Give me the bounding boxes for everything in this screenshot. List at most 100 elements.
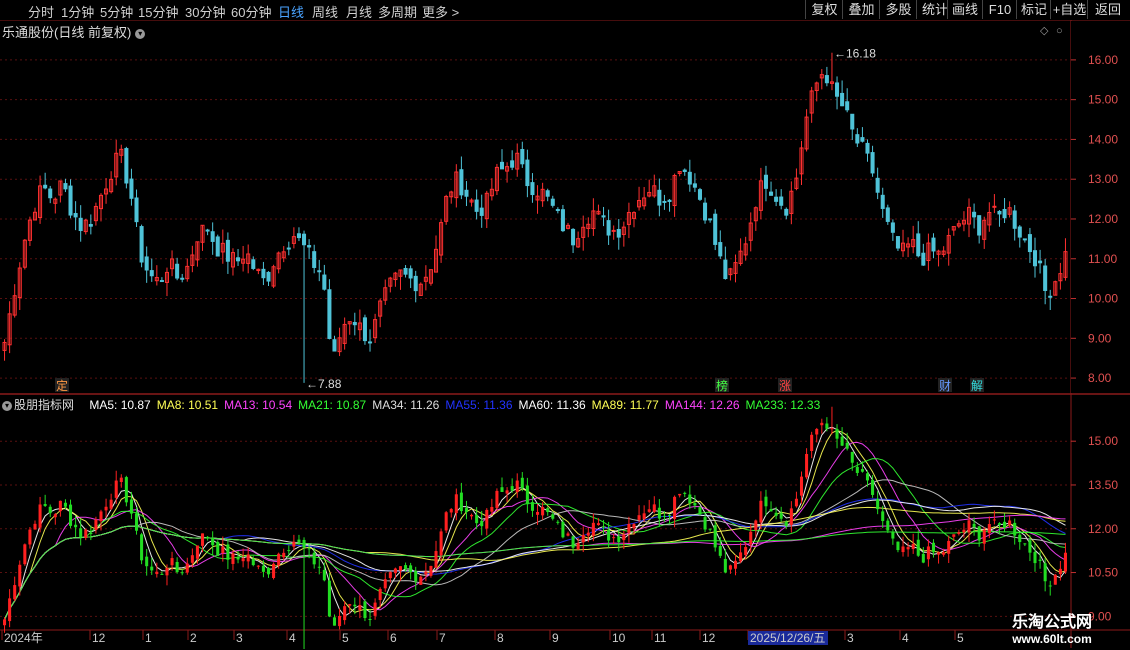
candle-body	[500, 487, 504, 492]
candle-body	[835, 428, 839, 439]
candle-body	[550, 198, 555, 206]
candle-body	[581, 534, 585, 543]
candle-body	[576, 543, 580, 550]
candle-body	[63, 183, 68, 190]
candle-body	[794, 498, 798, 507]
timeframe-tab-2[interactable]: 5分钟	[100, 2, 133, 21]
stock-title-text: 乐通股份(日线 前复权)	[2, 25, 132, 40]
lower-ma-plot[interactable]	[4, 426, 1066, 620]
candle-body	[632, 524, 636, 529]
candle-body	[1043, 563, 1047, 582]
candle-body	[673, 496, 677, 519]
candle-body	[246, 554, 250, 562]
price-tick-label: 15.00	[1088, 434, 1118, 448]
timeframe-tab-7[interactable]: 周线	[312, 2, 338, 21]
upper-candlestick-plot[interactable]	[2, 52, 1068, 383]
candle-body	[541, 506, 545, 516]
candle-body	[470, 514, 474, 517]
candle-body	[875, 177, 880, 193]
candle-body	[129, 178, 134, 199]
candle-body	[602, 526, 606, 528]
candle-body	[713, 213, 718, 245]
candle-body	[480, 520, 484, 527]
toolbar-button-1[interactable]: 叠加	[842, 0, 880, 19]
toolbar-button-0[interactable]: 复权	[805, 0, 843, 19]
timeframe-tab-4[interactable]: 30分钟	[185, 2, 225, 21]
candle-body	[499, 161, 505, 170]
ma-legend-item: MA21: 10.87	[298, 398, 367, 412]
candle-body	[63, 502, 67, 507]
ma-legend-item: MA13: 10.54	[224, 398, 293, 412]
ma-line-ma55	[4, 498, 1066, 620]
ma-legend-item: MA34: 11.26	[372, 398, 440, 412]
candle-body	[662, 515, 666, 517]
candle-body	[419, 576, 423, 585]
candle-body	[885, 207, 890, 222]
candle-body	[352, 321, 357, 326]
lower-candlestick-plot[interactable]	[3, 406, 1067, 650]
candle-body	[1008, 520, 1012, 526]
candle-body	[931, 237, 936, 252]
ma-line-ma8	[4, 429, 1066, 620]
event-marker: 涨	[779, 378, 791, 393]
candle-body	[840, 436, 844, 446]
indicator-name[interactable]: 股朋指标网	[14, 398, 74, 412]
candle-body	[403, 267, 408, 275]
candle-body	[556, 521, 560, 523]
chevron-down-icon[interactable]: ▾	[2, 400, 12, 411]
candle-body	[159, 280, 164, 283]
timeframe-tab-9[interactable]: 多周期	[378, 2, 417, 21]
timeframe-tab-0[interactable]: 分时	[28, 2, 54, 21]
stock-title[interactable]: 乐通股份(日线 前复权) ▾	[2, 22, 146, 41]
candle-body	[764, 496, 768, 507]
timeframe-tab-8[interactable]: 月线	[346, 2, 372, 21]
candle-body	[667, 515, 672, 517]
time-label: 3	[847, 631, 854, 645]
chevron-down-icon[interactable]: ▾	[135, 28, 146, 39]
candle-body	[200, 533, 205, 546]
toolbar-button-4[interactable]: 画线	[947, 0, 982, 19]
candle-body	[784, 521, 788, 526]
candle-body	[210, 231, 215, 242]
candle-body	[53, 514, 57, 518]
candle-body	[449, 508, 453, 513]
candle-body	[479, 207, 484, 216]
candle-body	[962, 529, 966, 533]
toolbar-button-7[interactable]: +自选	[1050, 0, 1088, 19]
candle-body	[33, 523, 37, 530]
candle-body	[272, 563, 276, 578]
candle-body	[896, 541, 900, 551]
toolbar-button-5[interactable]: F10	[982, 0, 1017, 19]
toolbar-button-8[interactable]: 返回	[1087, 0, 1128, 19]
candle-body	[860, 137, 865, 142]
timeframe-tab-6[interactable]: 日线	[278, 2, 304, 21]
candle-body	[1028, 540, 1032, 553]
candle-body	[69, 504, 73, 526]
timeframe-tab-3[interactable]: 15分钟	[138, 2, 178, 21]
time-label: 8	[497, 631, 504, 645]
toolbar-button-2[interactable]: 多股	[879, 0, 917, 19]
candle-body	[393, 568, 397, 574]
candle-body	[327, 580, 331, 617]
candle-body	[322, 274, 327, 290]
candle-body	[1012, 210, 1017, 229]
timeframe-tab-10[interactable]: 更多 >	[422, 2, 459, 21]
timeframe-tab-5[interactable]: 60分钟	[231, 2, 271, 21]
candle-body	[444, 512, 448, 531]
candle-body	[338, 615, 342, 627]
candle-body	[601, 215, 606, 218]
candle-body	[358, 605, 362, 610]
candle-body	[799, 476, 804, 496]
toolbar-button-6[interactable]: 标记	[1016, 0, 1051, 19]
candle-body	[652, 504, 656, 512]
chart-canvas[interactable]: 16.00 15.00 14.00 13.00 12.00 11.00 10.00 9.00 8…	[0, 0, 1130, 650]
timeframe-tab-1[interactable]: 1分钟	[61, 2, 94, 21]
candle-body	[871, 480, 875, 495]
candle-body	[525, 159, 530, 187]
candle-body	[383, 579, 387, 589]
candle-body	[992, 519, 996, 521]
candle-body	[916, 539, 920, 556]
time-label: 9	[552, 631, 559, 645]
candle-body	[901, 546, 905, 553]
candle-body	[48, 506, 52, 514]
